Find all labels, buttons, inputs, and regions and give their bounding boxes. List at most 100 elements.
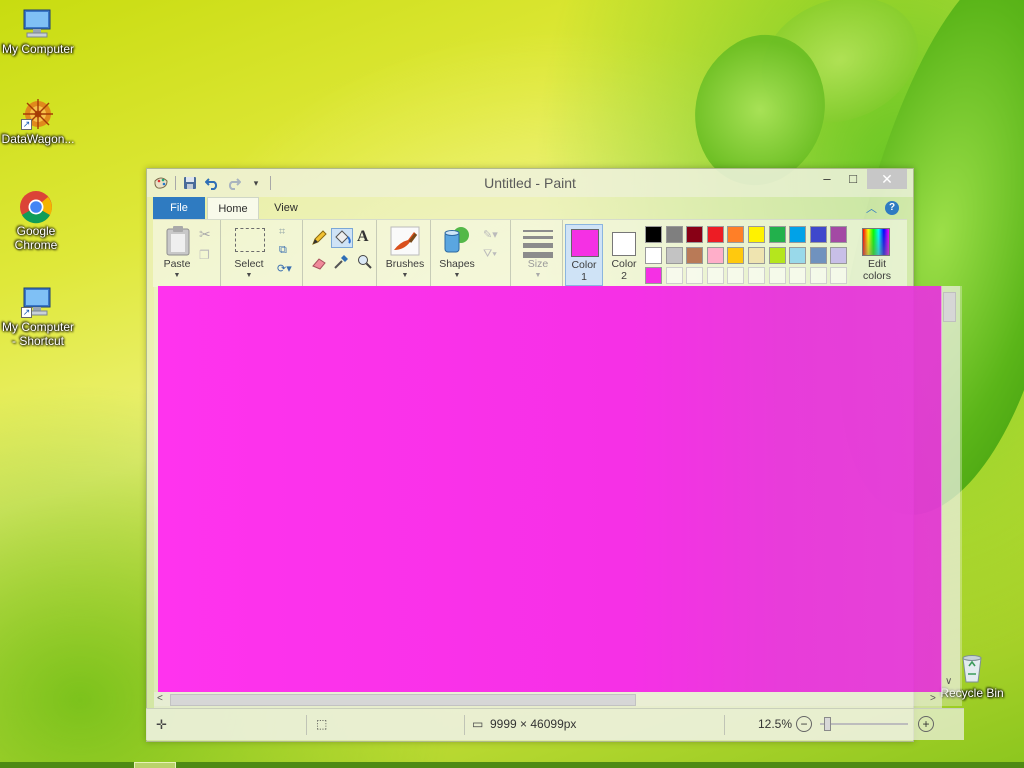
computer-icon: [21, 8, 55, 40]
datawagon-icon: ↗: [21, 98, 55, 130]
palette-swatch[interactable]: [748, 267, 765, 284]
scroll-down-arrow-icon[interactable]: ∨: [945, 676, 952, 687]
color2-label: Color: [611, 258, 637, 270]
scroll-right-arrow-icon[interactable]: >: [930, 693, 936, 704]
palette-swatch[interactable]: [789, 226, 807, 243]
color-picker-icon[interactable]: [333, 254, 349, 270]
help-icon[interactable]: ?: [885, 201, 899, 215]
desktop-icon-label: DataWagon...: [1, 132, 75, 146]
palette-swatch[interactable]: [706, 246, 724, 264]
tab-view[interactable]: View: [263, 197, 309, 219]
maximize-button[interactable]: □: [839, 169, 867, 189]
outline-icon[interactable]: ✎▾: [483, 228, 498, 241]
palette-swatch[interactable]: [768, 226, 786, 243]
brushes-button[interactable]: Brushes ▼: [383, 226, 427, 282]
palette-swatch[interactable]: [645, 246, 662, 264]
palette-swatch[interactable]: [768, 246, 786, 264]
palette-swatch[interactable]: [789, 267, 807, 284]
fill-icon[interactable]: ⛛▾: [483, 248, 497, 261]
color1-swatch: [571, 229, 599, 257]
edit-colors-button[interactable]: Edit colors: [855, 224, 899, 286]
color2-number: 2: [621, 270, 627, 282]
resize-icon[interactable]: ⧉: [279, 244, 287, 257]
palette-swatch[interactable]: [830, 246, 848, 264]
copy-icon[interactable]: ❐: [199, 248, 210, 262]
eraser-icon[interactable]: [311, 256, 327, 270]
palette-swatch[interactable]: [686, 267, 704, 284]
palette-swatch[interactable]: [706, 267, 724, 284]
zoom-out-button[interactable]: −: [796, 716, 812, 732]
zoom-in-button[interactable]: +: [918, 716, 934, 732]
scroll-left-arrow-icon[interactable]: <: [157, 693, 163, 704]
text-tool-icon[interactable]: A: [357, 228, 369, 246]
drawing-canvas[interactable]: [158, 286, 942, 692]
palette-swatch[interactable]: [665, 226, 683, 243]
edit-colors-icon: [862, 228, 890, 256]
desktop-icon-datawagon[interactable]: ↗ DataWagon...: [0, 98, 78, 146]
zoom-slider-track[interactable]: [820, 723, 908, 725]
crop-icon[interactable]: ⌗: [279, 226, 285, 239]
magnifier-icon[interactable]: [357, 254, 373, 270]
edit-colors-label: Edit: [867, 258, 887, 270]
status-separator: [464, 715, 465, 735]
palette-swatch[interactable]: [789, 246, 807, 264]
desktop-icon-google-chrome[interactable]: Google Chrome: [0, 190, 76, 252]
palette-swatch[interactable]: [727, 246, 745, 264]
collapse-ribbon-icon[interactable]: ︿: [866, 200, 877, 216]
vertical-scrollbar[interactable]: ∨: [941, 286, 960, 692]
horizontal-scroll-thumb[interactable]: [170, 694, 636, 706]
palette-swatch[interactable]: [645, 226, 662, 243]
zoom-slider-thumb[interactable]: [824, 717, 831, 731]
palette-swatch[interactable]: [727, 267, 745, 284]
minimize-button[interactable]: –: [813, 169, 841, 189]
palette-swatch[interactable]: [830, 267, 848, 284]
edit-colors-label-2: colors: [862, 270, 891, 282]
paste-icon: [166, 226, 190, 256]
vertical-scroll-thumb[interactable]: [943, 292, 956, 322]
chevron-down-icon: ▼: [534, 272, 542, 279]
palette-swatch[interactable]: [665, 246, 683, 264]
palette-swatch[interactable]: [809, 246, 827, 264]
size-button[interactable]: Size ▼: [517, 226, 559, 282]
tab-home[interactable]: Home: [207, 197, 259, 219]
select-button[interactable]: Select ▼: [227, 226, 271, 282]
title-bar[interactable]: ▾ Untitled - Paint – □ ✕: [147, 169, 913, 197]
brush-icon: [390, 226, 420, 256]
paste-button[interactable]: Paste ▼: [159, 226, 195, 282]
rotate-icon[interactable]: ⟳▾: [277, 262, 292, 275]
selection-size-icon: ⬚: [316, 717, 328, 731]
chevron-down-icon: ▼: [453, 272, 461, 279]
color1-label: Color: [571, 259, 597, 271]
palette-swatch[interactable]: [748, 246, 765, 264]
palette-swatch[interactable]: [768, 267, 786, 284]
color1-button[interactable]: Color 1: [565, 224, 603, 286]
palette-swatch[interactable]: [809, 267, 827, 284]
palette-swatch[interactable]: [809, 226, 827, 243]
palette-swatch[interactable]: [830, 226, 848, 243]
color2-button[interactable]: Color 2: [605, 224, 643, 286]
taskbar: [0, 762, 1024, 768]
taskbar-button-paint[interactable]: [134, 762, 176, 768]
brushes-group: Brushes ▼: [379, 220, 431, 288]
image-size-text: 9999 × 46099px: [490, 717, 577, 731]
palette-swatch[interactable]: [748, 226, 765, 243]
palette-swatch[interactable]: [686, 246, 704, 264]
horizontal-scrollbar[interactable]: < >: [154, 692, 942, 708]
desktop-icon-my-computer[interactable]: My Computer: [0, 8, 78, 56]
cut-icon[interactable]: ✂: [199, 226, 211, 243]
tab-file[interactable]: File: [153, 197, 205, 219]
palette-swatch[interactable]: [706, 226, 724, 243]
palette-swatch[interactable]: [665, 267, 683, 284]
close-button[interactable]: ✕: [867, 169, 907, 189]
image-size-icon: ▭: [472, 717, 484, 731]
palette-swatch[interactable]: [727, 226, 745, 243]
palette-swatch[interactable]: [686, 226, 704, 243]
desktop-icon-label: Google: [16, 224, 56, 238]
status-bar: ✛ ⬚ ▭ 9999 × 46099px 12.5% − +: [146, 708, 964, 740]
pencil-icon[interactable]: [311, 230, 327, 246]
shapes-button[interactable]: Shapes ▼: [435, 226, 479, 282]
desktop-icon-my-computer-shortcut[interactable]: ↗ My Computer - Shortcut: [0, 286, 78, 348]
fill-bucket-icon[interactable]: [331, 228, 353, 248]
desktop-icon-label: My Computer: [1, 320, 75, 334]
palette-swatch[interactable]: [645, 267, 662, 284]
